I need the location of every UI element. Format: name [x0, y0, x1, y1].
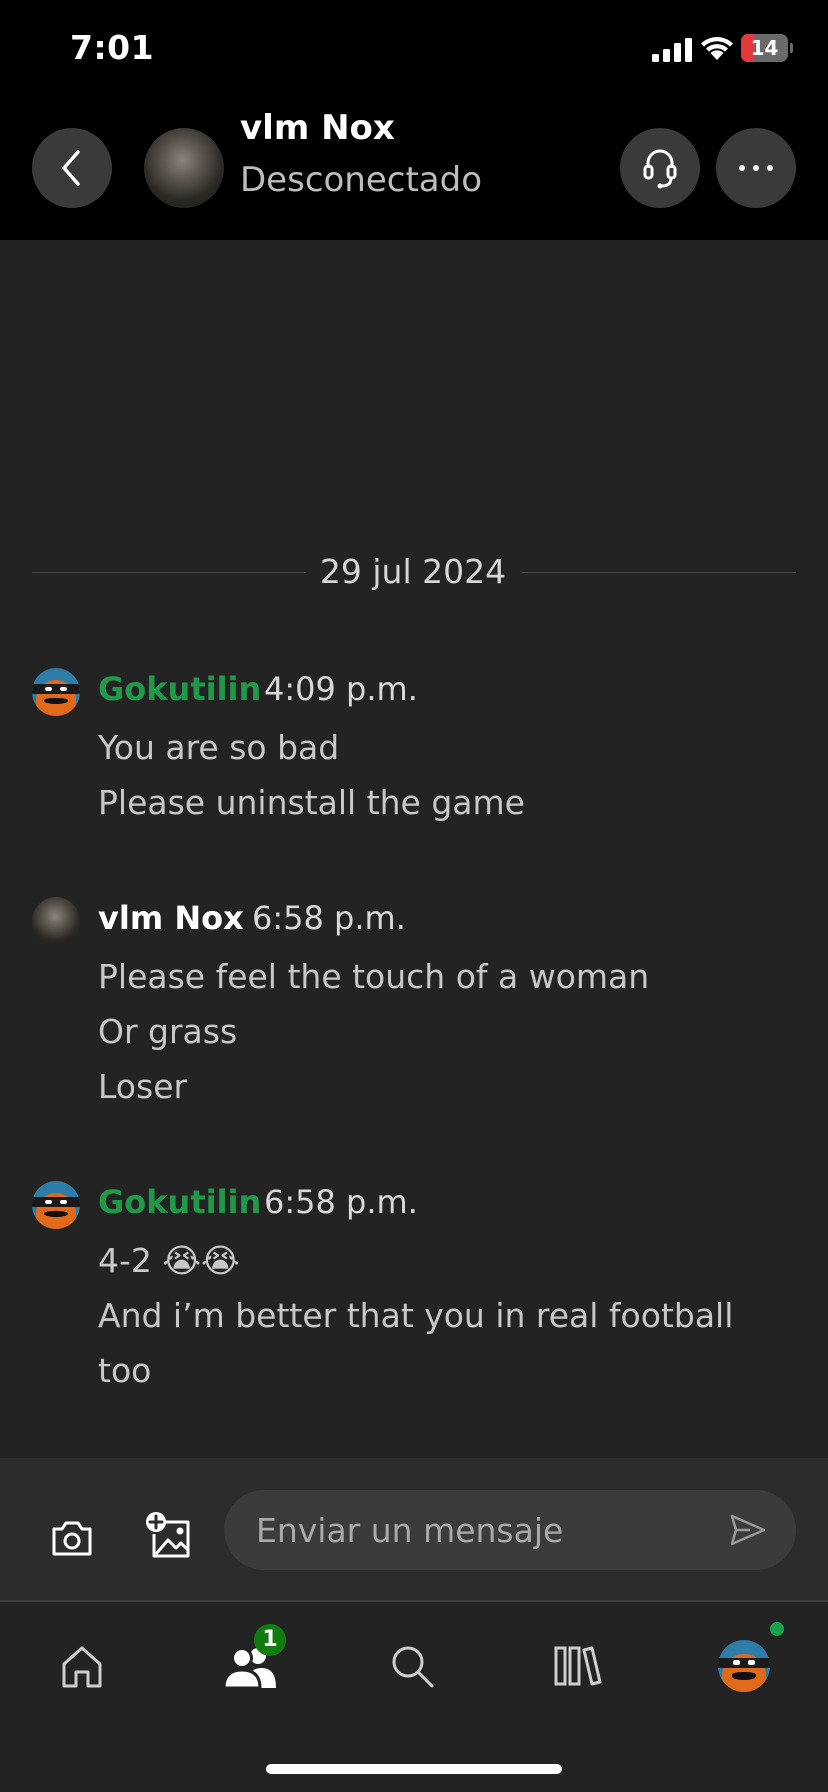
- message-text: Please uninstall the game: [98, 783, 525, 822]
- back-button[interactable]: [32, 128, 112, 208]
- date-divider: 29 jul 2024: [319, 552, 507, 591]
- date-divider-line-left: [32, 572, 306, 573]
- message-composer: [0, 1458, 828, 1600]
- voice-chat-button[interactable]: [620, 128, 700, 208]
- online-status-dot: [770, 1622, 784, 1636]
- sender-avatar[interactable]: [32, 668, 80, 716]
- battery-level: 14: [750, 36, 779, 60]
- more-options-button[interactable]: [716, 128, 796, 208]
- message-time: 6:58 p.m.: [264, 1183, 418, 1221]
- send-icon[interactable]: [728, 1512, 768, 1548]
- sender-avatar[interactable]: [32, 1181, 80, 1229]
- contact-status: Desconectado: [240, 160, 483, 200]
- headset-icon: [643, 149, 677, 189]
- sender-name[interactable]: Gokutilin: [98, 668, 261, 710]
- battery-indicator: 14: [741, 34, 793, 62]
- message-text: And i’m better that you in real football: [98, 1296, 734, 1335]
- message-text: 4-2 😭😭: [98, 1241, 240, 1280]
- message-text: too: [98, 1351, 152, 1390]
- message-group: vlm Nox 6:58 p.m. Please feel the touch …: [32, 897, 812, 1117]
- message-text: Please feel the touch of a woman: [98, 957, 650, 996]
- profile-avatar: [718, 1640, 770, 1692]
- message-group: Gokutilin 4:09 p.m. You are so bad Pleas…: [32, 668, 812, 828]
- sender-name[interactable]: Gokutilin: [98, 1181, 261, 1223]
- tab-home[interactable]: [50, 1634, 114, 1698]
- tab-library[interactable]: [546, 1634, 610, 1698]
- status-bar: 7:01 14: [0, 0, 828, 96]
- home-icon: [62, 1646, 102, 1688]
- friends-notification-badge: 1: [254, 1624, 286, 1656]
- tab-profile[interactable]: [712, 1634, 776, 1698]
- date-divider-line-right: [522, 572, 796, 573]
- contact-name: vlm Nox: [240, 108, 395, 148]
- message-input-container: [224, 1490, 796, 1570]
- message-text: You are so bad: [98, 728, 340, 767]
- status-time: 7:01: [70, 28, 155, 67]
- contact-avatar[interactable]: [144, 128, 224, 208]
- sender-avatar[interactable]: [32, 897, 80, 945]
- message-time: 4:09 p.m.: [264, 670, 418, 708]
- home-indicator: [266, 1764, 562, 1774]
- cellular-signal-icon: [652, 38, 692, 62]
- message-input[interactable]: [256, 1490, 716, 1570]
- wifi-icon: [701, 37, 733, 60]
- message-text: Loser: [98, 1067, 188, 1106]
- message-time: 6:58 p.m.: [252, 899, 406, 937]
- chat-header: vlm Nox Desconectado: [0, 96, 828, 240]
- message-text: Or grass: [98, 1012, 238, 1051]
- tab-search[interactable]: [380, 1634, 444, 1698]
- more-icon: [739, 165, 773, 171]
- library-icon: [554, 1646, 602, 1686]
- message-group: Gokutilin 6:58 p.m. 4-2 😭😭 And i’m bette…: [32, 1181, 812, 1401]
- back-icon: [62, 150, 80, 186]
- add-image-icon[interactable]: [144, 1510, 196, 1562]
- camera-icon[interactable]: [48, 1514, 96, 1562]
- search-icon: [392, 1646, 434, 1688]
- sender-name[interactable]: vlm Nox: [98, 897, 244, 939]
